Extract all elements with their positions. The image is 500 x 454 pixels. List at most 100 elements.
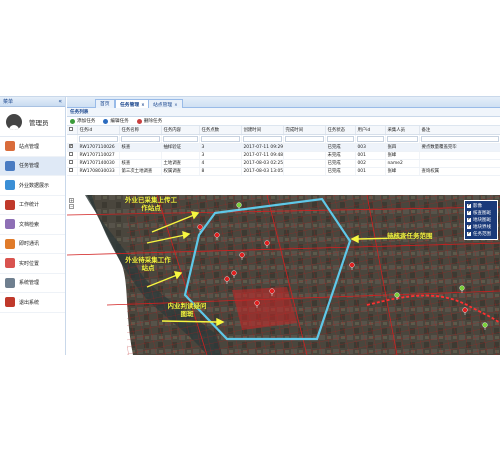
layer-toggle[interactable]: 任务范围	[467, 230, 495, 237]
station-icon	[5, 141, 15, 152]
column-filter-input[interactable]	[284, 135, 324, 142]
sidebar-item-7[interactable]: 系统管理	[0, 274, 65, 293]
table-cell: 查询权属	[419, 167, 500, 176]
column-filter-input[interactable]	[120, 135, 160, 142]
annotation-pending-sites: 外业待采集工作站点	[125, 256, 171, 272]
sidebar-item-label: 系统管理	[19, 280, 40, 287]
layer-toggle[interactable]: 影像	[467, 202, 495, 209]
table-cell	[161, 151, 200, 160]
sidebar-item-3[interactable]: 工作统计	[0, 196, 65, 215]
layer-label: 影像	[473, 203, 482, 209]
table-cell: RW1707140030	[77, 159, 120, 168]
toolbar-button-label: 添加任务	[77, 118, 96, 124]
row-checkbox[interactable]	[69, 168, 73, 172]
table-row[interactable]: RW1707110027 3 2017-07-11 09:48 未完成 001 张峰	[67, 151, 500, 160]
close-icon[interactable]: ×	[141, 102, 144, 107]
column-header[interactable]: 任务状态	[325, 126, 356, 135]
user-profile: 管理员	[0, 107, 65, 137]
table-cell: 张峰	[385, 151, 420, 160]
table-cell: 2017-08-03 13:05	[241, 167, 284, 176]
column-filter-input[interactable]	[356, 135, 384, 142]
sidebar-item-8[interactable]: 退出系统	[0, 293, 65, 313]
close-icon[interactable]: ×	[174, 102, 177, 107]
task-list-title: 任务列表	[67, 108, 500, 117]
sidebar-item-label: 站点管理	[19, 143, 40, 150]
sidebar-item-5[interactable]: 即时通讯	[0, 235, 65, 254]
column-header[interactable]: 采集人员	[385, 126, 420, 135]
layer-toggle[interactable]: 地块图斑	[467, 216, 495, 223]
table-cell	[283, 151, 326, 160]
column-header[interactable]: 用户id	[355, 126, 386, 135]
tab-task-management[interactable]: 任务管理 ×	[115, 99, 150, 108]
column-filter-input[interactable]	[200, 135, 240, 142]
layer-checkbox[interactable]	[467, 209, 471, 215]
layer-checkbox[interactable]	[467, 202, 471, 208]
table-cell: 2017-07-11 09:48	[241, 151, 284, 160]
column-filter-input[interactable]	[78, 135, 118, 142]
table-row[interactable]: RW1707140030 核查 土地调查 4 2017-08-03 02:25 已完成 00…	[67, 159, 500, 168]
sidebar-item-0[interactable]: 站点管理	[0, 137, 65, 157]
select-all-checkbox[interactable]	[69, 126, 73, 131]
edit-task-button[interactable]: 编辑任务	[103, 117, 129, 125]
layer-checkbox[interactable]	[467, 223, 471, 229]
tab-station-management[interactable]: 站点管理 ×	[148, 99, 183, 108]
tab-home[interactable]: 首页	[95, 99, 115, 108]
table-cell: 已完成	[325, 143, 356, 152]
layer-toggle[interactable]: 核查图斑	[467, 209, 495, 216]
sidebar-item-1[interactable]: 任务管理	[0, 156, 65, 176]
zoom-out-button[interactable]: −	[69, 204, 74, 209]
delete-task-button[interactable]: 删除任务	[136, 117, 162, 125]
layer-checkbox[interactable]	[467, 216, 471, 222]
column-header[interactable]: 任务点数	[199, 126, 242, 135]
zoom-in-button[interactable]: +	[69, 198, 74, 203]
layer-toggle[interactable]: 地块界线	[467, 223, 495, 230]
table-cell: 土地调查	[161, 159, 200, 168]
table-row[interactable]: RW1707110026核查抽样验证32017-07-11 09:29 已完成00…	[67, 143, 500, 152]
column-filter-input[interactable]	[162, 135, 198, 142]
document-search-icon	[5, 219, 15, 230]
table-cell: 3	[199, 143, 242, 152]
task-icon	[5, 160, 15, 171]
table-cell: RW1707110026	[77, 143, 120, 152]
table-cell: 3	[199, 151, 242, 160]
chat-icon	[5, 238, 15, 249]
delete-icon	[136, 118, 142, 124]
row-checkbox[interactable]	[69, 160, 73, 164]
layer-checkbox[interactable]	[467, 230, 471, 236]
column-header[interactable]: 任务内容	[161, 126, 200, 135]
sidebar-item-label: 文档检索	[19, 221, 40, 228]
annotation-suspect-parcels: 内业判读疑问图斑	[167, 302, 207, 318]
column-header[interactable]: 任务名称	[119, 126, 162, 135]
table-header: 任务id 任务名称 任务内容 任务点数 创建时间 完成时间 任务状态 用户id 采集人员 备注	[67, 126, 500, 135]
add-task-button[interactable]: 添加任务	[70, 117, 95, 125]
sidebar-item-label: 外业数据展示	[19, 182, 50, 189]
column-header[interactable]: 创建时间	[241, 126, 284, 135]
collapse-icon[interactable]: «	[58, 97, 62, 107]
column-header[interactable]: 完成时间	[283, 126, 326, 135]
sidebar-item-4[interactable]: 文档检索	[0, 215, 65, 235]
app-window: 菜单 « 管理员 站点管理任务管理外业数据展示工作统计文档检索即时通讯 实时位置系…	[0, 96, 500, 355]
task-table: 任务id任务名称任务内容任务点数创建时间完成时间任务状态用户id采集人员备注 R…	[67, 126, 500, 176]
map-view[interactable]: + − 外业已采集上传工作站点 外业待采集工作站点 内业判读疑问图斑 待核查任务…	[67, 195, 500, 355]
column-filter-input[interactable]	[242, 135, 282, 142]
data-display-icon	[5, 180, 15, 191]
filter-row	[67, 134, 500, 144]
column-header[interactable]: 备注	[419, 126, 500, 135]
column-filter-input[interactable]	[326, 135, 354, 142]
zoom-control: + −	[69, 198, 74, 209]
username: 管理员	[29, 118, 49, 127]
sidebar-title: 菜单	[3, 99, 14, 105]
system-icon	[5, 277, 15, 288]
layer-label: 地块界线	[473, 224, 491, 230]
map-canvas[interactable]	[67, 195, 500, 355]
column-filter-input[interactable]	[420, 135, 499, 142]
sidebar-item-2[interactable]: 外业数据展示	[0, 176, 65, 196]
table-row[interactable]: RW1708030033 第三次土地调查 权属调查 8 2017-08-03 13:05…	[67, 167, 500, 176]
sidebar-item-6[interactable]: 实时位置	[0, 254, 65, 274]
table-cell: 8	[199, 167, 242, 176]
column-filter-input[interactable]	[386, 135, 418, 142]
column-header[interactable]: 任务id	[77, 126, 120, 135]
row-checkbox[interactable]	[69, 152, 73, 156]
row-checkbox[interactable]	[69, 143, 73, 148]
table-cell: 002	[355, 159, 386, 168]
